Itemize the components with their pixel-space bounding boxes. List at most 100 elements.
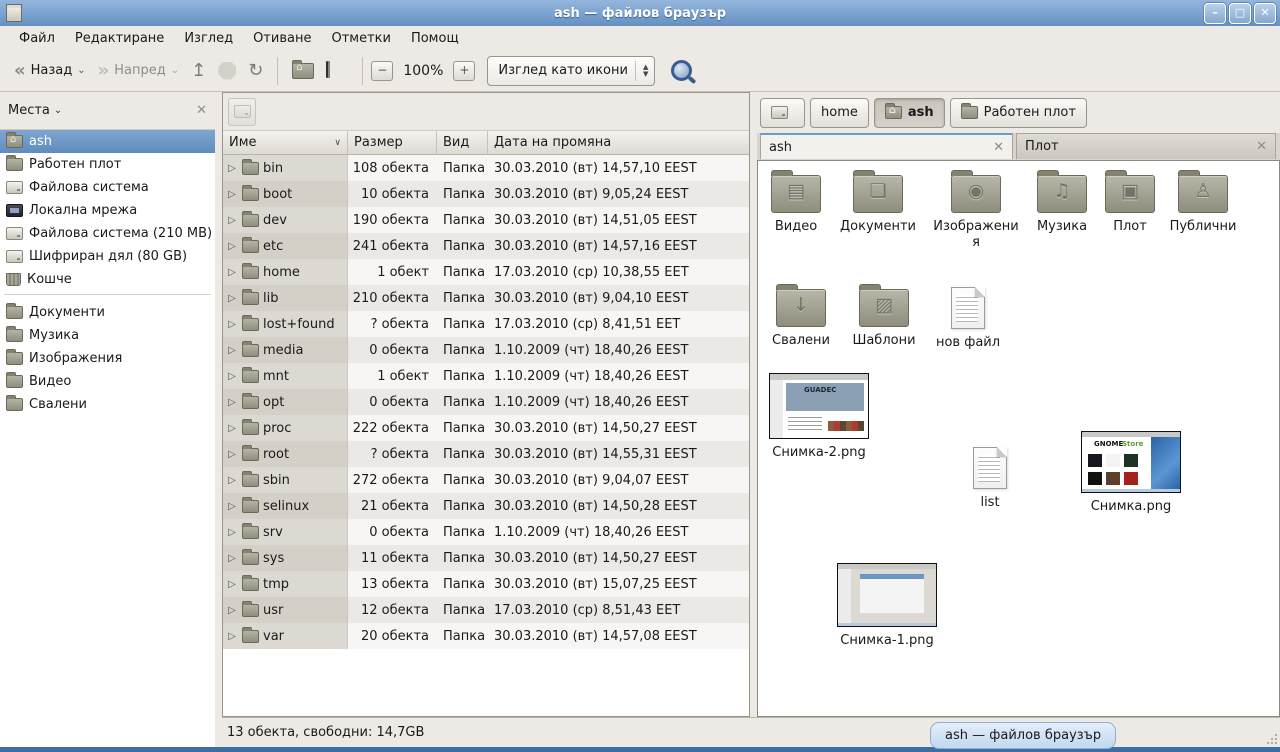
sidebar-place-item[interactable]: Документи	[0, 301, 215, 324]
back-button[interactable]: « Назад ⌄	[8, 58, 92, 84]
icon-view-item[interactable]: нов файл	[926, 283, 1010, 351]
tree-row[interactable]: ▷ etc 241 обекта Папка 30.03.2010 (вт) 1…	[223, 233, 749, 259]
tree-row[interactable]: ▷ mnt 1 обект Папка 1.10.2009 (чт) 18,40…	[223, 363, 749, 389]
icon-view-item[interactable]: Снимка.png	[1081, 431, 1181, 515]
icon-view-item[interactable]: ▣ Плот	[1098, 169, 1162, 235]
expander-icon[interactable]: ▷	[226, 475, 238, 486]
tab[interactable]: Плот ✕	[1016, 133, 1276, 159]
column-header-name[interactable]: Име ∨	[223, 131, 348, 154]
expander-icon[interactable]: ▷	[226, 267, 238, 278]
expander-icon[interactable]: ▷	[226, 449, 238, 460]
expander-icon[interactable]: ▷	[226, 163, 238, 174]
tree-row[interactable]: ▷ proc 222 обекта Папка 30.03.2010 (вт) …	[223, 415, 749, 441]
resize-grip[interactable]	[1266, 733, 1278, 745]
expander-icon[interactable]: ▷	[226, 241, 238, 252]
sidebar-place-item[interactable]: ash	[0, 130, 215, 153]
icon-view-item[interactable]: ◉ Изображения	[930, 169, 1022, 250]
sidebar-place-item[interactable]: Кошче	[0, 268, 215, 291]
tree-row[interactable]: ▷ selinux 21 обекта Папка 30.03.2010 (вт…	[223, 493, 749, 519]
tab-close-icon[interactable]: ✕	[993, 140, 1004, 155]
tab-close-icon[interactable]: ✕	[1256, 139, 1267, 154]
sidebar-place-item[interactable]: Файлова система (210 MB)	[0, 222, 215, 245]
root-location-button[interactable]	[228, 98, 256, 126]
icon-view-item[interactable]: Снимка-2.png	[769, 373, 869, 461]
tree-row[interactable]: ▷ tmp 13 обекта Папка 30.03.2010 (вт) 15…	[223, 571, 749, 597]
expander-icon[interactable]: ▷	[226, 319, 238, 330]
sidebar-title[interactable]: Места	[8, 103, 50, 118]
tree-row[interactable]: ▷ dev 190 обекта Папка 30.03.2010 (вт) 1…	[223, 207, 749, 233]
expander-icon[interactable]: ▷	[226, 345, 238, 356]
up-button[interactable]: ↥	[185, 58, 212, 84]
icon-view-item[interactable]: ♙ Публични	[1160, 169, 1246, 235]
tree-row[interactable]: ▷ opt 0 обекта Папка 1.10.2009 (чт) 18,4…	[223, 389, 749, 415]
sidebar-place-item[interactable]: Изображения	[0, 347, 215, 370]
restore-button[interactable]: □	[1229, 3, 1251, 24]
stop-button[interactable]	[212, 58, 242, 84]
expander-icon[interactable]: ▷	[226, 215, 238, 226]
zoom-in-button[interactable]: +	[453, 61, 475, 81]
tree-row[interactable]: ▷ root ? обекта Папка 30.03.2010 (вт) 14…	[223, 441, 749, 467]
sidebar-place-item[interactable]: Работен плот	[0, 153, 215, 176]
zoom-out-button[interactable]: −	[371, 61, 393, 81]
expander-icon[interactable]: ▷	[226, 527, 238, 538]
tree-row[interactable]: ▷ boot 10 обекта Папка 30.03.2010 (вт) 9…	[223, 181, 749, 207]
icon-view-item[interactable]: ❏ Документи	[835, 169, 921, 235]
column-header-type[interactable]: Вид	[437, 131, 488, 154]
sidebar-place-item[interactable]: Видео	[0, 370, 215, 393]
expander-icon[interactable]: ▷	[226, 397, 238, 408]
reload-button[interactable]: ↻	[242, 58, 269, 84]
tab[interactable]: ash ✕	[760, 133, 1013, 159]
tree-row[interactable]: ▷ media 0 обекта Папка 1.10.2009 (чт) 18…	[223, 337, 749, 363]
sidebar-place-item[interactable]: Свалени	[0, 393, 215, 416]
sidebar-close-icon[interactable]: ✕	[196, 103, 207, 118]
home-button[interactable]	[286, 59, 320, 83]
expander-icon[interactable]: ▷	[226, 579, 238, 590]
column-header-size[interactable]: Размер	[348, 131, 437, 154]
sidebar-mode-chevron-icon[interactable]: ⌄	[54, 105, 196, 116]
expander-icon[interactable]: ▷	[226, 501, 238, 512]
taskbar-window-button[interactable]: ash — файлов браузър	[930, 722, 1116, 749]
tree-row[interactable]: ▷ bin 108 обекта Папка 30.03.2010 (вт) 1…	[223, 155, 749, 181]
icon-view-item[interactable]: ↓ Свалени	[759, 283, 843, 349]
menu-item[interactable]: Помощ	[402, 29, 468, 48]
breadcrumb-button[interactable]	[760, 98, 805, 128]
icon-view-item[interactable]: ♫ Музика	[1020, 169, 1104, 235]
computer-button[interactable]	[320, 58, 354, 84]
menu-item[interactable]: Отиване	[244, 29, 320, 48]
window-menu-icon[interactable]	[6, 4, 22, 22]
menu-item[interactable]: Файл	[10, 29, 64, 48]
tree-row[interactable]: ▷ srv 0 обекта Папка 1.10.2009 (чт) 18,4…	[223, 519, 749, 545]
forward-button[interactable]: » Напред ⌄	[92, 58, 186, 84]
pane-splitter[interactable]	[750, 92, 757, 747]
view-mode-select[interactable]: Изглед като икони ▲ ▼	[487, 56, 655, 86]
tree-row[interactable]: ▷ usr 12 обекта Папка 17.03.2010 (ср) 8,…	[223, 597, 749, 623]
sidebar-place-item[interactable]: Файлова система	[0, 176, 215, 199]
icon-view-item[interactable]: Снимка-1.png	[837, 563, 937, 649]
icon-view-item[interactable]: list	[954, 443, 1026, 511]
expander-icon[interactable]: ▷	[226, 189, 238, 200]
icon-view[interactable]: ▤ Видео ❏ Документи ◉ Изображения ♫ Музи…	[757, 160, 1280, 717]
breadcrumb-button[interactable]: ash	[874, 98, 945, 128]
expander-icon[interactable]: ▷	[226, 553, 238, 564]
expander-icon[interactable]: ▷	[226, 371, 238, 382]
icon-view-item[interactable]: ▤ Видео	[758, 169, 834, 235]
menu-item[interactable]: Отметки	[322, 29, 399, 48]
expander-icon[interactable]: ▷	[226, 605, 238, 616]
minimize-button[interactable]: –	[1204, 3, 1226, 24]
tree-row[interactable]: ▷ lost+found ? обекта Папка 17.03.2010 (…	[223, 311, 749, 337]
breadcrumb-button[interactable]: Работен плот	[950, 98, 1087, 128]
tree-row[interactable]: ▷ lib 210 обекта Папка 30.03.2010 (вт) 9…	[223, 285, 749, 311]
expander-icon[interactable]: ▷	[226, 293, 238, 304]
sidebar-place-item[interactable]: Шифриран дял (80 GB)	[0, 245, 215, 268]
tree-row[interactable]: ▷ var 20 обекта Папка 30.03.2010 (вт) 14…	[223, 623, 749, 649]
tree-row[interactable]: ▷ sys 11 обекта Папка 30.03.2010 (вт) 14…	[223, 545, 749, 571]
sidebar-place-item[interactable]: Музика	[0, 324, 215, 347]
menu-item[interactable]: Редактиране	[66, 29, 173, 48]
search-icon[interactable]	[671, 60, 692, 81]
menu-item[interactable]: Изглед	[175, 29, 242, 48]
column-header-date[interactable]: Дата на промяна	[488, 131, 749, 154]
back-history-chevron-icon[interactable]: ⌄	[77, 65, 85, 76]
icon-view-item[interactable]: ▨ Шаблони	[842, 283, 926, 349]
expander-icon[interactable]: ▷	[226, 423, 238, 434]
pane-splitter[interactable]	[215, 92, 222, 747]
